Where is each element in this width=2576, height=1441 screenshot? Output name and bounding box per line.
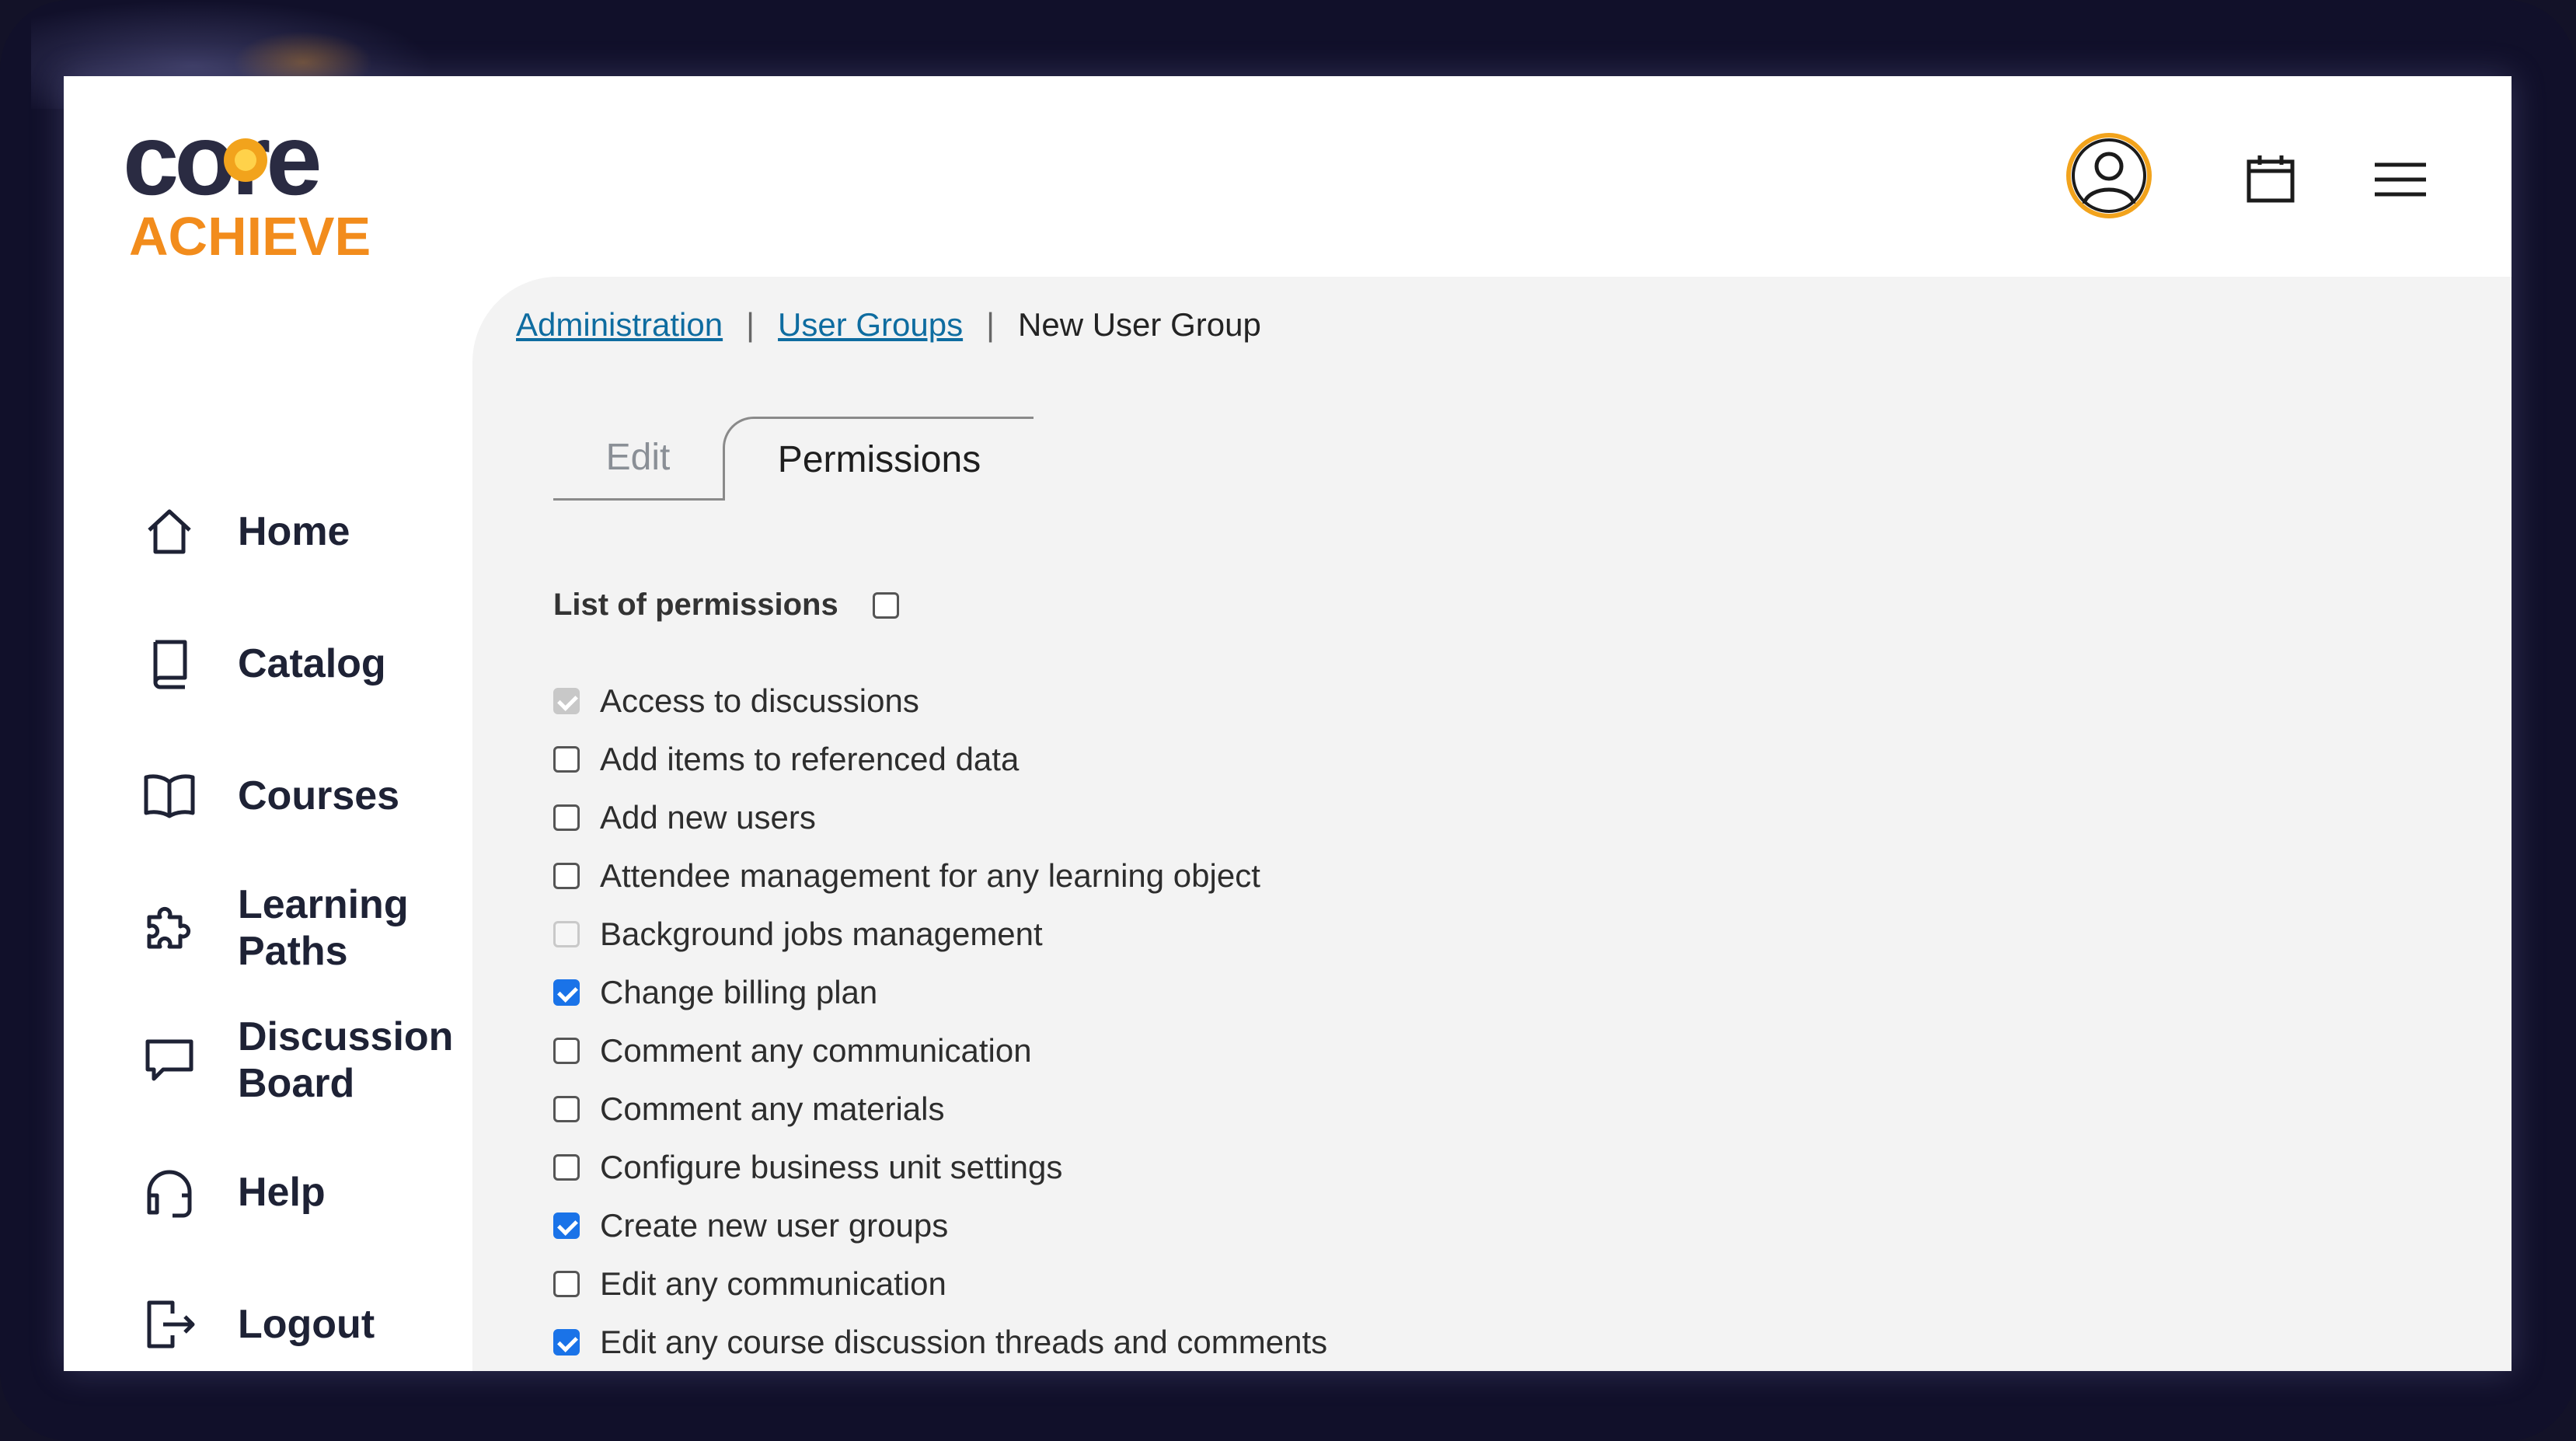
sidebar-item-label: Learning Paths — [238, 882, 409, 974]
main-content: Administration | User Groups | New User Grou… — [472, 277, 2512, 1371]
sidebar-item-catalog[interactable]: Catalog — [64, 617, 483, 710]
sidebar-item-label: Help — [238, 1170, 326, 1215]
permission-checkbox[interactable] — [553, 862, 580, 889]
sidebar-item-home[interactable]: Home — [64, 485, 483, 578]
breadcrumb-current: New User Group — [1018, 306, 1261, 343]
logout-icon — [141, 1296, 197, 1352]
permission-checkbox — [553, 920, 580, 947]
breadcrumb-link-administration[interactable]: Administration — [516, 306, 723, 343]
open-book-icon — [141, 768, 197, 824]
permission-row[interactable]: Comment any communication — [553, 1021, 1327, 1080]
permission-checkbox[interactable] — [553, 804, 580, 831]
sidebar-item-discussion-board[interactable]: Discussion Board — [64, 1014, 483, 1107]
sidebar-item-logout[interactable]: Logout — [64, 1278, 483, 1371]
permission-label: Access to discussions — [600, 682, 919, 719]
book-icon — [141, 636, 197, 692]
permission-row[interactable]: Edit any communication — [553, 1254, 1327, 1313]
permission-row[interactable]: Add items to referenced data — [553, 730, 1327, 788]
logo-achieve-text: ACHIEVE — [129, 206, 371, 256]
permission-checkbox — [553, 687, 580, 714]
calendar-icon[interactable] — [2246, 154, 2295, 204]
permission-label: Comment any communication — [600, 1031, 1032, 1069]
sidebar-item-label: Catalog — [238, 641, 386, 686]
chat-bubble-icon — [141, 1032, 197, 1088]
device-frame: core ACHIEVE Home Catalog Courses Learni… — [0, 0, 2576, 1441]
permission-row: Access to discussions — [553, 672, 1327, 730]
tab-bar: Edit Permissions — [553, 417, 1097, 504]
permission-checkbox[interactable] — [553, 1270, 580, 1297]
tab-permissions[interactable]: Permissions — [723, 417, 1034, 501]
permission-label: Edit any communication — [600, 1265, 946, 1302]
permission-row[interactable]: Add new users — [553, 788, 1327, 846]
puzzle-icon — [141, 900, 197, 956]
permission-label: Background jobs management — [600, 915, 1043, 952]
user-avatar-icon[interactable] — [2065, 132, 2152, 219]
permission-checkbox[interactable] — [553, 1095, 580, 1122]
permission-label: Add new users — [600, 798, 816, 836]
select-all-checkbox[interactable] — [872, 591, 899, 619]
permission-label: Attendee management for any learning obj… — [600, 857, 1260, 894]
permission-row[interactable]: Configure business unit settings — [553, 1138, 1327, 1196]
permissions-header: List of permissions — [553, 588, 899, 623]
permission-label: Add items to referenced data — [600, 740, 1020, 777]
breadcrumb-separator: | — [746, 306, 755, 343]
permission-checkbox[interactable] — [553, 1212, 580, 1239]
sidebar-item-label: Courses — [238, 773, 400, 818]
app-screen: core ACHIEVE Home Catalog Courses Learni… — [64, 76, 2512, 1371]
tab-edit[interactable]: Edit — [553, 417, 723, 501]
permission-label: Change billing plan — [600, 973, 878, 1010]
sidebar-item-learning-paths[interactable]: Learning Paths — [64, 881, 483, 975]
sidebar-item-label: Home — [238, 509, 350, 554]
permission-label: Comment any materials — [600, 1090, 945, 1127]
permissions-list: Access to discussions Add items to refere… — [553, 672, 1327, 1371]
permission-checkbox[interactable] — [553, 745, 580, 773]
logo-core-text: core — [123, 109, 319, 216]
headset-icon — [141, 1164, 197, 1220]
sidebar-item-label: Discussion Board — [238, 1014, 454, 1106]
permission-row[interactable]: Create new user groups — [553, 1196, 1327, 1254]
breadcrumb: Administration | User Groups | New User Grou… — [516, 306, 1261, 344]
permission-row[interactable]: Comment any materials — [553, 1080, 1327, 1138]
permission-label: Edit any course discussion threads and c… — [600, 1323, 1328, 1360]
breadcrumb-link-user-groups[interactable]: User Groups — [778, 306, 963, 343]
sidebar-item-label: Logout — [238, 1302, 375, 1347]
permission-checkbox[interactable] — [553, 1037, 580, 1064]
permission-checkbox[interactable] — [553, 1328, 580, 1356]
permission-checkbox[interactable] — [553, 1153, 580, 1181]
hamburger-menu-icon[interactable] — [2373, 160, 2428, 199]
permission-checkbox[interactable] — [553, 979, 580, 1006]
permission-row[interactable]: Attendee management for any learning obj… — [553, 846, 1327, 905]
home-icon — [141, 504, 197, 560]
permission-label: Create new user groups — [600, 1206, 949, 1244]
breadcrumb-separator: | — [986, 306, 995, 343]
permission-row[interactable]: Change billing plan — [553, 963, 1327, 1021]
logo-graphic: core ACHIEVE — [123, 103, 371, 267]
permissions-title: List of permissions — [553, 588, 838, 622]
logo-o-center — [235, 149, 256, 171]
sidebar-item-courses[interactable]: Courses — [64, 749, 483, 843]
permission-row: Background jobs management — [553, 905, 1327, 963]
sidebar-item-help[interactable]: Help — [64, 1146, 483, 1239]
permission-row[interactable]: Edit any course discussion threads and c… — [553, 1313, 1327, 1371]
core-achieve-logo[interactable]: core ACHIEVE — [123, 103, 418, 267]
permission-label: Configure business unit settings — [600, 1148, 1063, 1185]
